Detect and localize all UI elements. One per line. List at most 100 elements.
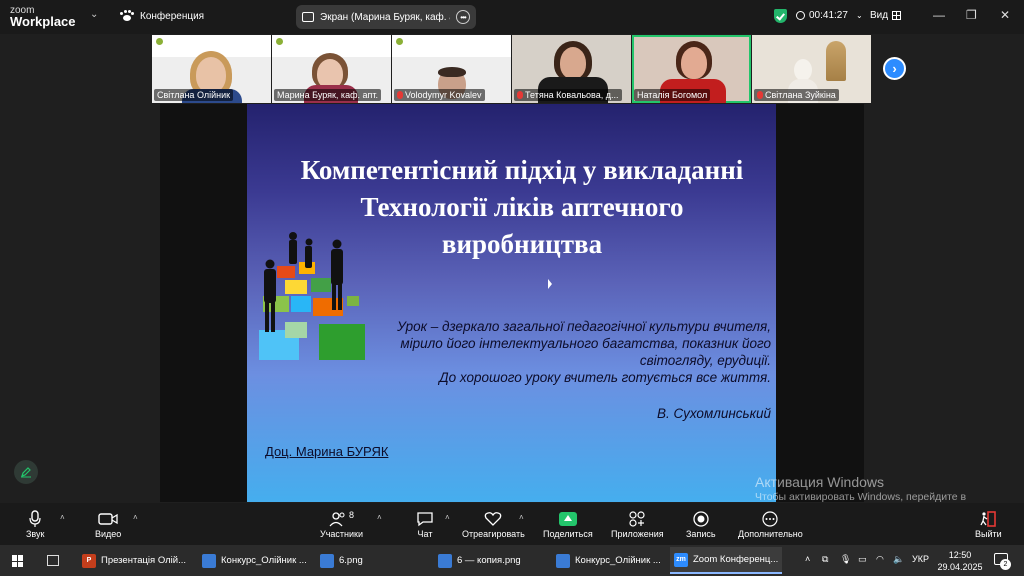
screen-share-tray-icon[interactable]: ⧉ [822, 554, 828, 565]
taskbar-app[interactable]: 6 — копия.png [434, 547, 546, 574]
leave-button[interactable]: Выйти [975, 509, 1002, 539]
participant-name: Світлана Зуйкіна [754, 89, 839, 101]
chevron-up-icon[interactable]: ˄ [519, 513, 524, 522]
timer-text: 00:41:27 [809, 10, 848, 21]
view-button[interactable]: Вид [870, 10, 902, 21]
react-button[interactable]: Отреагировать [462, 509, 525, 539]
system-clock[interactable]: 12:50 29.04.2025 [936, 549, 984, 573]
quote-line: мірило його інтелектуального багатства, … [400, 336, 771, 351]
grid-icon [892, 11, 902, 20]
taskbar-app-label: Конкурс_Олійник ... [221, 555, 307, 566]
mic-muted-icon [397, 91, 403, 99]
share-screen-button[interactable]: Поделиться [543, 509, 593, 539]
encryption-shield-icon[interactable] [774, 9, 787, 23]
record-icon [693, 511, 709, 527]
language-indicator[interactable]: УКР [912, 554, 929, 564]
meeting-toolbar: Звук ˄ Видео ˄ 8 Участники ˄ Чат ˄ Отреа… [0, 503, 1024, 545]
windows-start-icon[interactable] [12, 555, 24, 567]
chevron-up-icon[interactable]: ˄ [445, 513, 450, 522]
pencil-icon [21, 467, 31, 478]
participant-tile[interactable]: Volodymyr Kovalev [392, 35, 511, 103]
chevron-up-icon[interactable]: ˄ [133, 513, 138, 522]
presentation-slide: Компетентісний підхід у викладанні Техно… [247, 104, 776, 502]
taskbar-app[interactable]: Конкурс_Олійник ... [552, 547, 664, 574]
microphone-icon [29, 510, 41, 527]
exit-icon [980, 511, 997, 527]
mic-muted-icon [517, 91, 523, 99]
participant-tile[interactable]: Тетяна Ковальова, д... [512, 35, 631, 103]
participants-icon [329, 512, 345, 527]
chevron-down-icon[interactable]: ⌄ [856, 11, 863, 20]
participant-tile[interactable]: Світлана Зуйкіна [752, 35, 871, 103]
mouse-cursor-icon [548, 279, 552, 289]
photos-icon [202, 553, 216, 568]
meeting-timer: 00:41:27 ⌄ [796, 10, 863, 21]
minimize-button[interactable]: — [933, 8, 945, 22]
logo-line2: Workplace [10, 14, 76, 29]
volume-icon[interactable]: 🔈 [893, 554, 904, 565]
microphone-tray-icon[interactable]: 🎙 [840, 554, 851, 565]
annotate-button[interactable] [14, 460, 38, 484]
taskbar-app-label: 6 — копия.png [457, 555, 521, 566]
leave-label: Выйти [975, 529, 1002, 539]
zoom-logo[interactable]: zoom Workplace [10, 5, 76, 29]
video-label: Видео [95, 529, 122, 539]
apps-button[interactable]: Приложения [611, 509, 664, 539]
meeting-info-button[interactable]: Конференция [120, 10, 204, 22]
wifi-icon[interactable]: ◠ [876, 554, 884, 565]
participant-tile[interactable]: Світлана Олійник [152, 35, 271, 103]
participant-tile-active-speaker[interactable]: Наталія Богомол [632, 35, 751, 103]
taskbar-app[interactable]: P Презентація Олій... [78, 547, 190, 574]
participant-name: Марина Буряк, каф. апт. [274, 89, 381, 101]
more-label: Дополнительно [738, 529, 803, 539]
more-options-icon[interactable]: ••• [456, 10, 470, 24]
clock-icon [796, 11, 805, 20]
chevron-down-icon[interactable]: ⌄ [90, 9, 98, 20]
quote-line: До хорошого уроку вчитель готується все … [439, 370, 771, 385]
record-button[interactable]: Запись [686, 509, 716, 539]
view-label: Вид [870, 10, 889, 21]
audio-label: Звук [26, 529, 45, 539]
share-screen-icon [558, 512, 577, 526]
restore-button[interactable]: ❐ [966, 8, 977, 22]
photos-icon [438, 553, 452, 568]
chevron-up-icon[interactable]: ˄ [60, 513, 65, 522]
notification-badge: 2 [1000, 559, 1011, 570]
chat-icon [417, 512, 433, 527]
powerpoint-icon: P [82, 553, 96, 568]
show-hidden-icons[interactable]: ˄ [805, 554, 810, 564]
photos-icon [556, 553, 570, 568]
participant-name: Volodymyr Kovalev [394, 89, 485, 101]
share-label: Поделиться [543, 529, 593, 539]
taskbar-app[interactable]: 6.png [316, 547, 428, 574]
participants-count: 8 [348, 510, 354, 520]
video-camera-icon [98, 513, 118, 525]
zoom-window: zoom Workplace ⌄ Конференция Экран (Мари… [0, 0, 1024, 576]
quote-author: В. Сухомлинський [656, 406, 771, 421]
chat-button[interactable]: Чат [416, 509, 434, 539]
taskbar-app-active[interactable]: zm Zoom Конференц... [670, 547, 782, 574]
record-label: Запись [686, 529, 716, 539]
chevron-up-icon[interactable]: ˄ [377, 513, 382, 522]
more-button[interactable]: Дополнительно [738, 509, 803, 539]
activation-title: Активация Windows [755, 474, 885, 490]
zoom-icon: zm [674, 552, 688, 567]
participants-button[interactable]: 8 Участники [320, 509, 363, 539]
video-button[interactable]: Видео [95, 509, 121, 539]
mic-muted-icon [757, 91, 763, 99]
taskbar-app-label: Конкурс_Олійник ... [575, 555, 661, 566]
meeting-label: Конференция [140, 10, 205, 22]
screen-share-indicator[interactable]: Экран (Марина Буряк, каф. апте ••• [296, 5, 476, 29]
battery-icon[interactable]: ▭ [858, 554, 867, 565]
taskbar-app[interactable]: Конкурс_Олійник ... [198, 547, 310, 574]
participant-tile[interactable]: Марина Буряк, каф. апт. [272, 35, 391, 103]
quote-line: Урок – дзеркало загальної педагогічної к… [397, 319, 771, 334]
next-page-button[interactable]: › [883, 57, 906, 80]
participant-name: Світлана Олійник [154, 89, 234, 101]
task-view-icon[interactable] [47, 555, 59, 566]
audio-button[interactable]: Звук [26, 509, 44, 539]
slide-quote: Урок – дзеркало загальної педагогічної к… [357, 318, 771, 386]
close-button[interactable]: ✕ [1000, 8, 1010, 22]
more-icon [762, 511, 778, 527]
top-bar: zoom Workplace ⌄ Конференция Экран (Мари… [0, 0, 1024, 34]
